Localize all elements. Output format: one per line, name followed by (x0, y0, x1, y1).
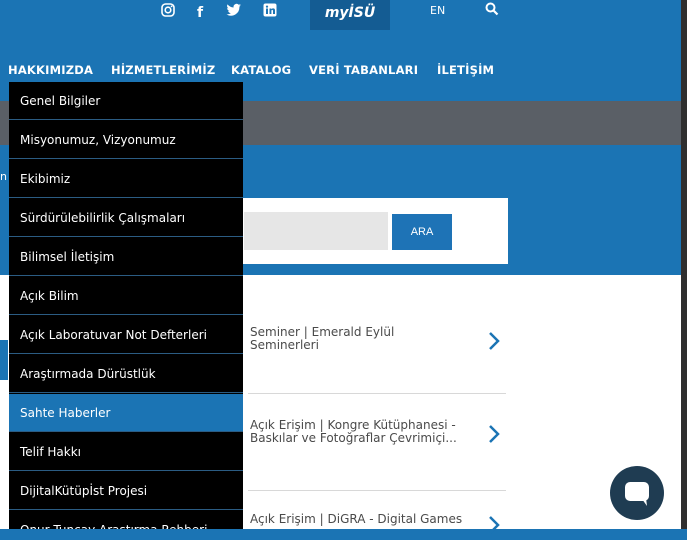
facebook-icon[interactable]: f (190, 3, 210, 23)
menu-item-sahte-haberler[interactable]: Sahte Haberler (9, 394, 243, 432)
menu-item-ekibimiz[interactable]: Ekibimiz (9, 160, 243, 198)
search-input[interactable] (244, 212, 388, 250)
search-icon[interactable] (485, 1, 499, 16)
menu-item-arastirmada-durustluk[interactable]: Araştırmada Dürüstlük (9, 355, 243, 393)
instagram-icon[interactable] (158, 3, 178, 23)
news-item[interactable]: Açık Erişim | Kongre Kütüphanesi - Baskı… (250, 419, 457, 445)
nav-iletisim[interactable]: İLETİŞİM (437, 63, 494, 77)
chevron-right-icon[interactable] (486, 330, 502, 352)
chevron-right-icon[interactable] (486, 514, 502, 536)
top-bar: f myİSÜ EN (0, 0, 681, 33)
nav-veri-tabanlari[interactable]: VERİ TABANLARI (309, 63, 418, 77)
nav-katalog[interactable]: KATALOG (231, 63, 291, 77)
chevron-right-icon[interactable] (486, 423, 502, 445)
menu-item-arastirma-rehberi[interactable]: Onur Tuncay Araştırma Rehberi (9, 511, 243, 529)
menu-item-acik-bilim[interactable]: Açık Bilim (9, 277, 243, 315)
menu-item-acik-laboratuvar[interactable]: Açık Laboratuvar Not Defterleri (9, 316, 243, 354)
menu-item-dijitalkutupist[interactable]: DijitalKütüpİst Projesi (9, 472, 243, 510)
news-title: Açık Erişim | DiGRA - Digital Games (250, 512, 463, 526)
search-button[interactable]: ARA (392, 214, 452, 250)
side-accent (0, 340, 8, 380)
twitter-icon[interactable] (224, 3, 244, 23)
language-switch[interactable]: EN (430, 4, 445, 17)
breadcrumb-text: n (0, 170, 7, 183)
menu-item-telif-hakki[interactable]: Telif Hakkı (9, 433, 243, 471)
chat-bubble-icon (625, 482, 649, 506)
menu-item-misyonumuz[interactable]: Misyonumuz, Vizyonumuz (9, 121, 243, 159)
nav-hakkimizda[interactable]: HAKKIMIZDA (8, 63, 93, 77)
news-item[interactable]: Açık Erişim | DiGRA - Digital Games (250, 513, 462, 526)
divider (248, 490, 506, 491)
hakkimizda-dropdown: Genel Bilgiler Misyonumuz, Vizyonumuz Ek… (9, 82, 243, 529)
window-frame (681, 0, 687, 529)
news-item[interactable]: Seminer | Emerald Eylül Seminerleri (250, 326, 394, 352)
news-title: Baskılar ve Fotoğraflar Çevrimiçi... (250, 431, 457, 445)
chat-button[interactable] (610, 466, 664, 520)
myisu-link[interactable]: myİSÜ (310, 0, 390, 30)
nav-hizmetlerimiz[interactable]: HİZMETLERİMİZ (111, 63, 215, 77)
menu-item-bilimsel-iletisim[interactable]: Bilimsel İletişim (9, 238, 243, 276)
menu-item-surdurulebilirlik[interactable]: Sürdürülebilirlik Çalışmaları (9, 199, 243, 237)
news-title: Seminerleri (250, 338, 319, 352)
linkedin-icon[interactable] (260, 3, 280, 23)
divider (248, 393, 506, 394)
menu-item-genel-bilgiler[interactable]: Genel Bilgiler (9, 82, 243, 120)
